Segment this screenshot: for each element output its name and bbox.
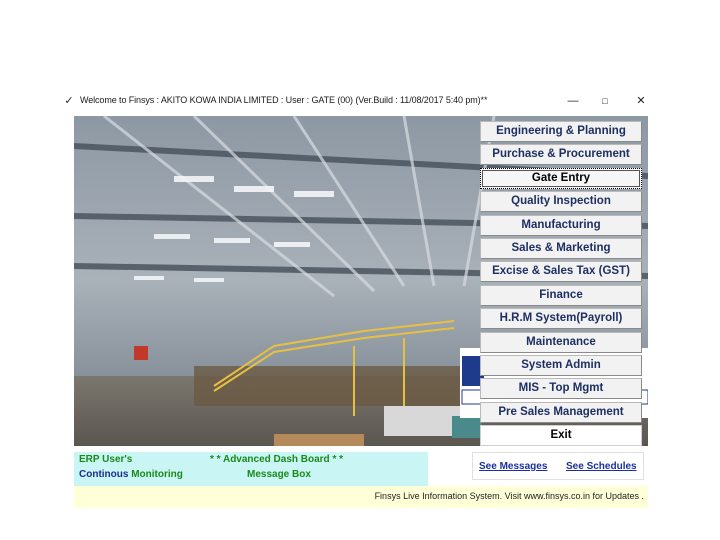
dashboard-panel: ERP User's * * Advanced Dash Board * * C… bbox=[74, 452, 428, 486]
engineering-planning-button[interactable]: Engineering & Planning bbox=[480, 121, 642, 142]
main-window: ✓ Welcome to Finsys : AKITO KOWA INDIA L… bbox=[58, 88, 650, 510]
minimize-button[interactable]: — bbox=[562, 92, 584, 110]
app-icon[interactable]: ✓ bbox=[62, 94, 76, 108]
see-messages-link[interactable]: See Messages bbox=[479, 461, 547, 472]
manufacturing-button[interactable]: Manufacturing bbox=[480, 214, 642, 236]
module-menu: Engineering & Planning Purchase & Procur… bbox=[480, 121, 644, 448]
title-bar: ✓ Welcome to Finsys : AKITO KOWA INDIA L… bbox=[58, 88, 650, 114]
exit-button[interactable]: Exit bbox=[480, 425, 642, 447]
advanced-dashboard-link[interactable]: * * Advanced Dash Board * * bbox=[210, 454, 343, 465]
status-text: Finsys Live Information System. Visit ww… bbox=[374, 491, 644, 501]
see-schedules-link[interactable]: See Schedules bbox=[566, 461, 637, 472]
links-panel: See Messages See Schedules bbox=[472, 452, 644, 480]
mis-top-mgmt-button[interactable]: MIS - Top Mgmt bbox=[480, 378, 642, 400]
maintenance-button[interactable]: Maintenance bbox=[480, 331, 642, 353]
close-button[interactable]: ✕ bbox=[630, 92, 652, 110]
system-admin-button[interactable]: System Admin bbox=[480, 354, 642, 376]
purchase-procurement-button[interactable]: Purchase & Procurement bbox=[480, 144, 642, 166]
sales-marketing-button[interactable]: Sales & Marketing bbox=[480, 237, 642, 259]
excise-sales-tax-button[interactable]: Excise & Sales Tax (GST) bbox=[480, 261, 642, 283]
quality-inspection-button[interactable]: Quality Inspection bbox=[480, 191, 642, 213]
message-box-link[interactable]: Message Box bbox=[247, 469, 311, 480]
gate-entry-button[interactable]: Gate Entry bbox=[480, 167, 642, 189]
status-bar: Finsys Live Information System. Visit ww… bbox=[74, 486, 648, 508]
window-title: Welcome to Finsys : AKITO KOWA INDIA LIM… bbox=[80, 95, 488, 105]
monitoring-label: Monitoring bbox=[131, 469, 183, 480]
maximize-button[interactable]: □ bbox=[594, 92, 616, 110]
finance-button[interactable]: Finance bbox=[480, 284, 642, 306]
continous-label: Continous bbox=[79, 469, 132, 480]
hrm-payroll-button[interactable]: H.R.M System(Payroll) bbox=[480, 308, 642, 330]
continous-monitoring-link[interactable]: Continous Monitoring bbox=[79, 469, 183, 480]
erp-users-link[interactable]: ERP User's bbox=[79, 454, 132, 465]
pre-sales-management-button[interactable]: Pre Sales Management bbox=[480, 401, 642, 423]
